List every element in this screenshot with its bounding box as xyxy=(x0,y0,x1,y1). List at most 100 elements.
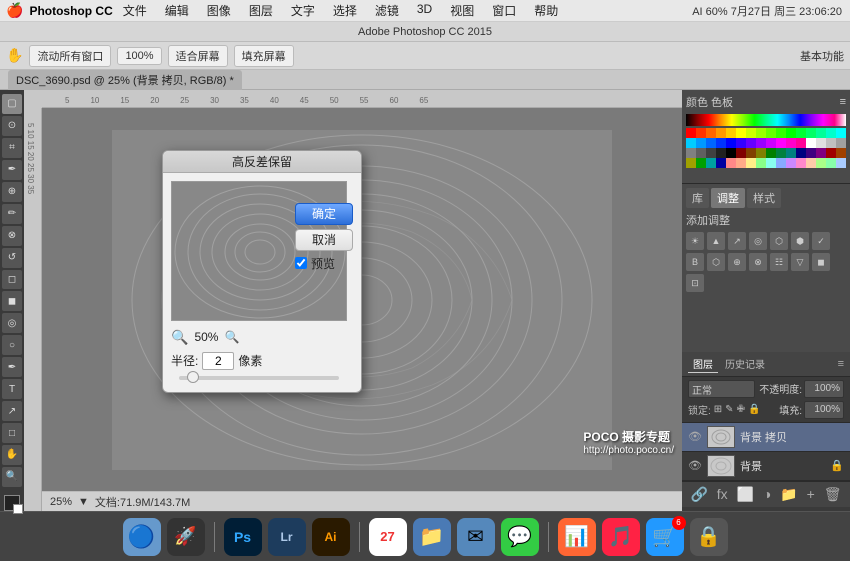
color-swatch[interactable] xyxy=(746,158,756,168)
radius-input[interactable] xyxy=(202,352,234,370)
menu-file[interactable]: 文件 xyxy=(119,0,151,21)
color-swatch[interactable] xyxy=(806,138,816,148)
dock-charts[interactable]: 📊 xyxy=(558,518,596,556)
vibrance-adj-icon[interactable]: ⬡ xyxy=(770,232,788,250)
layer-item-background[interactable]: 👁 背景 🔒 xyxy=(682,452,850,481)
selectcolor-adj-icon[interactable]: ⊡ xyxy=(686,274,704,292)
color-swatch[interactable] xyxy=(706,128,716,138)
color-swatch[interactable] xyxy=(796,128,806,138)
color-swatch[interactable] xyxy=(696,148,706,158)
menu-text[interactable]: 文字 xyxy=(287,0,319,21)
color-swatch[interactable] xyxy=(736,138,746,148)
dock-files[interactable]: 📁 xyxy=(413,518,451,556)
levels-adj-icon[interactable]: ▲ xyxy=(707,232,725,250)
layers-panel-menu-icon[interactable]: ≡ xyxy=(838,358,844,370)
color-swatch[interactable] xyxy=(716,128,726,138)
color-swatch[interactable] xyxy=(746,128,756,138)
color-swatch[interactable] xyxy=(686,128,696,138)
history-brush-tool[interactable]: ↺ xyxy=(2,248,22,268)
color-swatch[interactable] xyxy=(786,138,796,148)
color-swatch[interactable] xyxy=(796,138,806,148)
color-swatch[interactable] xyxy=(836,128,846,138)
color-swatch[interactable] xyxy=(776,148,786,158)
menu-window[interactable]: 窗口 xyxy=(488,0,520,21)
dock-messages[interactable]: 💬 xyxy=(501,518,539,556)
blur-tool[interactable]: ◎ xyxy=(2,313,22,333)
crop-tool[interactable]: ⌗ xyxy=(2,138,22,158)
color-swatch[interactable] xyxy=(696,158,706,168)
hand-tool[interactable]: ✋ xyxy=(2,445,22,465)
bw-adj-icon[interactable]: B xyxy=(686,253,704,271)
adjustments-tab[interactable]: 调整 xyxy=(711,188,745,208)
color-swatch[interactable] xyxy=(716,138,726,148)
cancel-button[interactable]: 取消 xyxy=(295,229,353,251)
color-swatch[interactable] xyxy=(736,128,746,138)
posterize-adj-icon[interactable]: ☷ xyxy=(770,253,788,271)
color-swatch[interactable] xyxy=(826,128,836,138)
spectrum-bar[interactable] xyxy=(686,114,846,126)
color-swatch[interactable] xyxy=(706,138,716,148)
exposure-adj-icon[interactable]: ◎ xyxy=(749,232,767,250)
add-group-btn[interactable]: 📁 xyxy=(780,486,797,503)
add-mask-btn[interactable]: ⬜ xyxy=(737,486,754,503)
fill-screen-btn[interactable]: 填充屏幕 xyxy=(234,45,294,67)
layers-tab[interactable]: 图层 xyxy=(688,355,718,373)
color-swatch[interactable] xyxy=(786,128,796,138)
dock-lightroom[interactable]: Lr xyxy=(268,518,306,556)
add-style-btn[interactable]: fx xyxy=(717,486,728,502)
color-swatch[interactable] xyxy=(746,138,756,148)
color-swatch[interactable] xyxy=(776,158,786,168)
menu-edit[interactable]: 编辑 xyxy=(161,0,193,21)
dock-mail[interactable]: ✉ xyxy=(457,518,495,556)
colorbal-adj-icon[interactable]: ✓ xyxy=(812,232,830,250)
preview-checkbox[interactable] xyxy=(295,257,307,269)
color-swatch[interactable] xyxy=(816,138,826,148)
delete-layer-btn[interactable]: 🗑 xyxy=(824,486,842,503)
eyedropper-tool[interactable]: ✒ xyxy=(2,160,22,180)
color-swatch[interactable] xyxy=(756,138,766,148)
add-layer-btn[interactable]: + xyxy=(807,486,815,502)
add-adj-btn[interactable]: ◑ xyxy=(763,486,771,502)
color-swatch[interactable] xyxy=(756,158,766,168)
dock-appstore[interactable]: 🛒 6 xyxy=(646,518,684,556)
styles-tab[interactable]: 样式 xyxy=(747,188,781,208)
menu-filter[interactable]: 滤镜 xyxy=(371,0,403,21)
color-swatch[interactable] xyxy=(796,148,806,158)
lock-position-icon[interactable]: ⊞ xyxy=(714,404,722,415)
color-swatch[interactable] xyxy=(766,158,776,168)
dock-illustrator[interactable]: Ai xyxy=(312,518,350,556)
color-swatch[interactable] xyxy=(806,148,816,158)
radius-slider-thumb[interactable] xyxy=(187,371,199,383)
color-swatch[interactable] xyxy=(826,158,836,168)
move-tool-icon[interactable]: ✋ xyxy=(6,47,23,64)
color-swatch[interactable] xyxy=(816,158,826,168)
color-swatch[interactable] xyxy=(726,148,736,158)
color-swatch[interactable] xyxy=(796,158,806,168)
layer-visibility-icon-copy[interactable]: 👁 xyxy=(688,430,702,444)
threshold-adj-icon[interactable]: ▽ xyxy=(791,253,809,271)
color-swatch[interactable] xyxy=(786,158,796,168)
menu-layer[interactable]: 图层 xyxy=(245,0,277,21)
color-swatch[interactable] xyxy=(686,158,696,168)
cm-adj-icon[interactable]: ⊕ xyxy=(728,253,746,271)
color-swatch[interactable] xyxy=(776,128,786,138)
background-color[interactable] xyxy=(13,504,23,514)
lock-all-icon[interactable]: 🔒 xyxy=(748,404,760,415)
path-tool[interactable]: ↗ xyxy=(2,401,22,421)
layer-visibility-icon-bg[interactable]: 👁 xyxy=(688,459,702,473)
brightness-adj-icon[interactable]: ☀ xyxy=(686,232,704,250)
color-swatch[interactable] xyxy=(756,148,766,158)
gradient-adj-icon[interactable]: ◼ xyxy=(812,253,830,271)
color-swatch[interactable] xyxy=(826,138,836,148)
color-swatch[interactable] xyxy=(766,128,776,138)
lock-pixel-icon[interactable]: ✎ xyxy=(725,404,733,415)
menu-3d[interactable]: 3D xyxy=(413,0,436,21)
ok-button[interactable]: 确定 xyxy=(295,203,353,225)
library-tab[interactable]: 库 xyxy=(686,188,709,208)
color-swatch[interactable] xyxy=(706,148,716,158)
selection-tool[interactable]: ▢ xyxy=(2,94,22,114)
color-swatch[interactable] xyxy=(806,158,816,168)
color-swatch[interactable] xyxy=(836,138,846,148)
color-swatch[interactable] xyxy=(816,148,826,158)
color-swatch[interactable] xyxy=(726,138,736,148)
